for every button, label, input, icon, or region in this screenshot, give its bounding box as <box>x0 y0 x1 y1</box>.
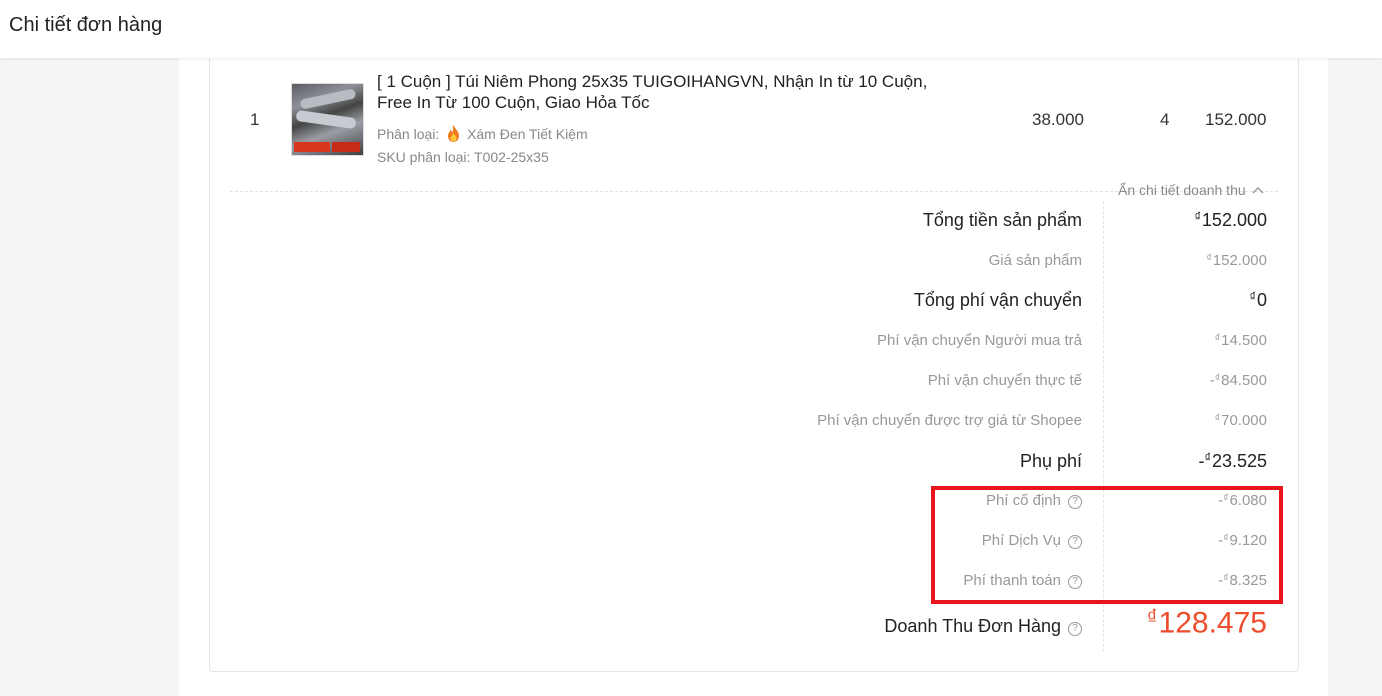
highlight-box <box>931 486 1283 604</box>
chevron-up-icon <box>1252 187 1264 194</box>
product-index: 1 <box>250 110 260 129</box>
total-shipping-value: ₫0 <box>1249 290 1267 311</box>
product-price-label: Giá sản phẩm <box>988 252 1082 269</box>
hide-revenue-toggle[interactable]: Ẩn chi tiết doanh thu <box>1118 182 1264 198</box>
quantity: 4 <box>1160 110 1170 129</box>
total-shipping-label: Tổng phí vận chuyển <box>913 290 1082 310</box>
variant-label: Phân loại: <box>377 126 440 142</box>
order-revenue-value: ₫128.475 <box>1146 606 1267 640</box>
buyer-shipping-label: Phí vận chuyển Người mua trả <box>877 332 1082 349</box>
variant-value: Xám Đen Tiết Kiệm <box>467 126 588 142</box>
product-thumbnail[interactable] <box>291 83 364 156</box>
toggle-label: Ẩn chi tiết doanh thu <box>1118 182 1246 198</box>
page-title: Chi tiết đơn hàng <box>9 14 163 36</box>
product-price-value: ₫152.000 <box>1206 252 1267 270</box>
question-circle-icon[interactable]: ? <box>1068 622 1082 636</box>
product-sku: SKU phân loại: T002-25x35 <box>377 149 549 165</box>
product-variant: Phân loại: Xám Đen Tiết Kiệm <box>377 125 588 142</box>
surcharge-label: Phụ phí <box>1019 451 1082 471</box>
product-name[interactable]: [ 1 Cuộn ] Túi Niêm Phong 25x35 TUIGOIHA… <box>377 71 937 113</box>
fire-icon <box>448 125 460 142</box>
total-product-label: Tổng tiền sản phẩm <box>922 210 1082 230</box>
order-revenue-label: Doanh Thu Đơn Hàng? <box>884 616 1082 637</box>
actual-shipping-value: -₫84.500 <box>1209 372 1267 390</box>
total-product-value: ₫152.000 <box>1194 210 1267 231</box>
surcharge-value: -₫23.525 <box>1198 451 1267 472</box>
buyer-shipping-value: ₫14.500 <box>1214 332 1267 350</box>
unit-price: 38.000 <box>1032 110 1084 129</box>
shopee-subsidy-value: ₫70.000 <box>1214 412 1267 430</box>
shopee-subsidy-label: Phí vận chuyển được trợ giá từ Shopee <box>817 412 1082 429</box>
top-bar: Chi tiết đơn hàng <box>0 0 1382 58</box>
actual-shipping-label: Phí vận chuyển thực tế <box>927 372 1082 389</box>
subtotal: 152.000 <box>1205 110 1267 129</box>
